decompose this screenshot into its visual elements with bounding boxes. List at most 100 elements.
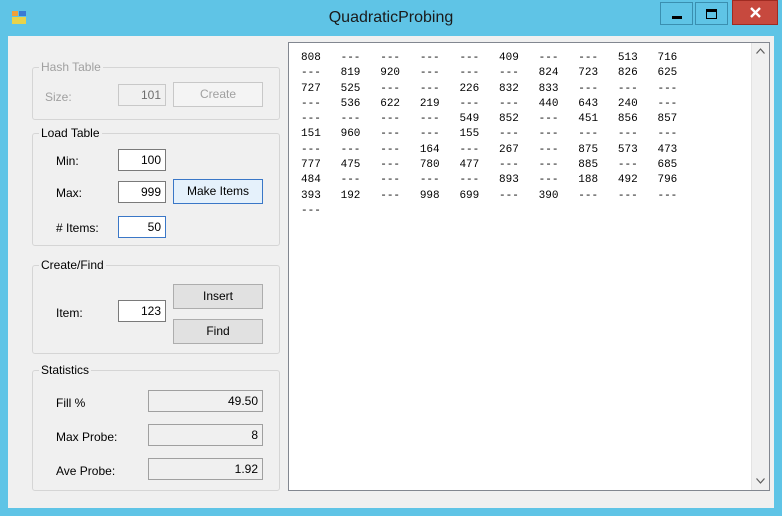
table-cell: 885	[578, 159, 618, 172]
table-row: --- 819 920 --- --- --- 824 723 826 625	[301, 66, 677, 81]
table-cell: ---	[380, 189, 420, 202]
table-cell: 477	[459, 159, 500, 172]
table-cell: ---	[538, 159, 579, 172]
table-cell: ---	[657, 128, 678, 141]
table-cell: 819	[340, 67, 381, 80]
table-cell: 475	[340, 159, 381, 172]
table-cell: ---	[301, 67, 341, 80]
table-row: --- --- --- --- 549 852 --- 451 856 857	[301, 112, 677, 127]
table-cell: ---	[499, 67, 539, 80]
client-area: Hash Table Size: 101 Create Load Table M…	[8, 36, 774, 508]
table-row: 808 --- --- --- --- 409 --- --- 513 716	[301, 51, 677, 66]
table-cell: ---	[380, 174, 420, 187]
table-row: 484 --- --- --- --- 893 --- 188 492 796	[301, 173, 677, 188]
table-cell: ---	[459, 174, 500, 187]
table-cell: 685	[657, 159, 678, 172]
make-items-button[interactable]: Make Items	[173, 179, 263, 204]
table-cell: 240	[617, 97, 658, 110]
table-cell: ---	[578, 82, 618, 95]
table-cell: 536	[340, 97, 381, 110]
table-cell: 549	[459, 113, 500, 126]
table-cell: ---	[301, 143, 341, 156]
table-cell: ---	[657, 189, 678, 202]
table-cell: 409	[499, 52, 539, 64]
min-field[interactable]: 100	[118, 149, 166, 171]
table-cell: ---	[340, 52, 381, 64]
max-field[interactable]: 999	[118, 181, 166, 203]
table-cell: 777	[301, 159, 341, 172]
table-cell: 440	[538, 97, 579, 110]
scroll-up-icon[interactable]	[752, 43, 769, 60]
table-cell: 226	[459, 82, 500, 95]
table-cell: 451	[578, 113, 618, 126]
table-row: 151 960 --- --- 155 --- --- --- --- ---	[301, 127, 677, 142]
size-field[interactable]: 101	[118, 84, 166, 106]
table-cell: ---	[419, 174, 460, 187]
items-field[interactable]: 50	[118, 216, 166, 238]
vertical-scrollbar[interactable]	[751, 43, 769, 490]
table-row: 777 475 --- 780 477 --- --- 885 --- 685	[301, 158, 677, 173]
table-cell: ---	[578, 52, 618, 64]
table-cell: 716	[657, 52, 678, 64]
scroll-down-icon[interactable]	[752, 473, 769, 490]
table-cell: ---	[617, 189, 658, 202]
table-row: ---	[301, 204, 677, 219]
table-cell: 824	[538, 67, 579, 80]
table-cell: 826	[617, 67, 658, 80]
insert-button[interactable]: Insert	[173, 284, 263, 309]
table-cell: ---	[380, 143, 420, 156]
table-cell: 857	[657, 113, 678, 126]
table-cell: 780	[419, 159, 460, 172]
table-cell: ---	[419, 128, 460, 141]
maximize-button[interactable]	[695, 2, 728, 25]
table-cell: 727	[301, 82, 341, 95]
table-cell: 833	[538, 82, 579, 95]
table-cell: 164	[419, 143, 460, 156]
close-button[interactable]	[732, 0, 778, 25]
table-cell: 622	[380, 97, 420, 110]
table-cell: 832	[499, 82, 539, 95]
table-cell: 808	[301, 52, 341, 64]
create-button[interactable]: Create	[173, 82, 263, 107]
table-cell: ---	[301, 113, 341, 126]
table-cell: ---	[459, 67, 500, 80]
table-cell: 513	[617, 52, 658, 64]
table-cell: ---	[657, 97, 678, 110]
table-cell: ---	[538, 52, 579, 64]
table-cell: ---	[380, 159, 420, 172]
table-cell: 796	[657, 174, 678, 187]
table-cell: 473	[657, 143, 678, 156]
table-cell: ---	[538, 113, 579, 126]
items-label: # Items:	[56, 221, 99, 235]
find-button[interactable]: Find	[173, 319, 263, 344]
item-field[interactable]: 123	[118, 300, 166, 322]
table-cell: ---	[380, 82, 420, 95]
table-cell: ---	[578, 128, 618, 141]
table-cell: ---	[419, 52, 460, 64]
table-cell: ---	[380, 52, 420, 64]
table-cell: ---	[538, 128, 579, 141]
table-cell: ---	[340, 113, 381, 126]
table-cell: 267	[499, 143, 539, 156]
table-cell: ---	[617, 82, 658, 95]
table-cell: ---	[340, 143, 381, 156]
table-cell: ---	[419, 67, 460, 80]
load-table-legend: Load Table	[41, 126, 100, 140]
table-cell: ---	[538, 174, 579, 187]
title-bar[interactable]: QuadraticProbing	[0, 0, 782, 36]
table-row: --- 536 622 219 --- --- 440 643 240 ---	[301, 97, 677, 112]
table-cell: ---	[617, 128, 658, 141]
item-label: Item:	[56, 306, 83, 320]
min-label: Min:	[56, 154, 79, 168]
table-cell: ---	[419, 113, 460, 126]
table-cell: ---	[459, 97, 500, 110]
table-row: 393 192 --- 998 699 --- 390 --- --- ---	[301, 189, 677, 204]
minimize-button[interactable]	[660, 2, 693, 25]
fill-field: 49.50	[148, 390, 263, 412]
table-cell: 219	[419, 97, 460, 110]
table-cell: ---	[499, 128, 539, 141]
hash-table-contents: 808 --- --- --- --- 409 --- --- 513 716-…	[301, 51, 677, 219]
table-cell: 151	[301, 128, 341, 141]
table-cell: ---	[459, 143, 500, 156]
hash-table-listbox[interactable]: 808 --- --- --- --- 409 --- --- 513 716-…	[288, 42, 770, 491]
